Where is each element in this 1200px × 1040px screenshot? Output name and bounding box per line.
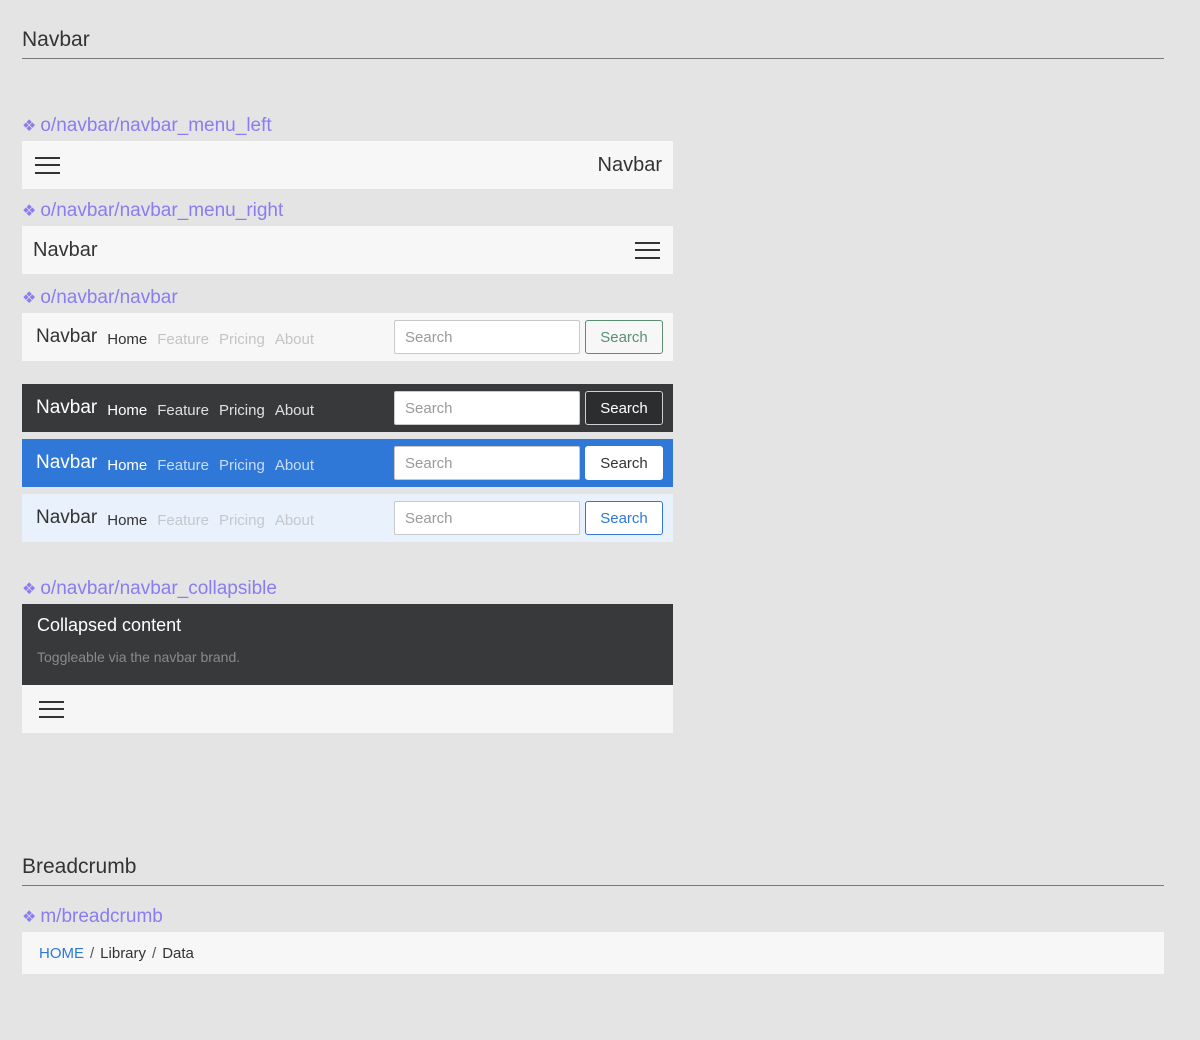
nav-link-about[interactable]: About (275, 457, 314, 474)
diamond-cluster-icon: ❖ (22, 118, 37, 135)
navbar-brand[interactable]: Navbar (36, 326, 97, 348)
search-button[interactable]: Search (585, 501, 663, 535)
breadcrumb: HOME / Library / Data (22, 932, 1164, 974)
breadcrumb-separator: / (90, 944, 95, 962)
nav-link-home[interactable]: Home (107, 402, 147, 419)
search-input[interactable] (394, 446, 580, 480)
navbar-brand[interactable]: Navbar (598, 154, 662, 177)
nav-link-home[interactable]: Home (107, 331, 147, 348)
search-input[interactable] (394, 501, 580, 535)
navbar-brand[interactable]: Navbar (36, 507, 97, 529)
nav-link-about[interactable]: About (275, 331, 314, 348)
collapsed-content-panel: Collapsed content Toggleable via the nav… (22, 604, 673, 685)
nav-link-feature[interactable]: Feature (157, 457, 209, 474)
section-title-navbar: Navbar (22, 28, 1164, 59)
nav-link-about[interactable]: About (275, 512, 314, 529)
navbar-primary: Navbar Home Feature Pricing About Search (22, 439, 673, 487)
breadcrumb-link-home[interactable]: HOME (39, 945, 84, 962)
diamond-cluster-icon: ❖ (22, 203, 37, 220)
navbar-light: Navbar Home Feature Pricing About Search (22, 313, 673, 361)
nav-link-about[interactable]: About (275, 402, 314, 419)
navbar-collapsible (22, 685, 673, 733)
breadcrumb-item-data: Data (162, 944, 194, 962)
search-input[interactable] (394, 320, 580, 354)
nav-link-pricing[interactable]: Pricing (219, 402, 265, 419)
navbar-menu-right: Navbar (22, 226, 673, 274)
hamburger-menu-icon[interactable] (635, 241, 660, 259)
search-button[interactable]: Search (585, 446, 663, 480)
search-button[interactable]: Search (585, 320, 663, 354)
collapsed-content-subtitle: Toggleable via the navbar brand. (37, 649, 241, 665)
component-label-collapsible: ❖ o/navbar/navbar_collapsible (22, 578, 277, 599)
diamond-cluster-icon: ❖ (22, 909, 37, 926)
component-label-breadcrumb: ❖ m/breadcrumb (22, 906, 163, 927)
breadcrumb-separator: / (152, 944, 157, 962)
navbar-pale: Navbar Home Feature Pricing About Search (22, 494, 673, 542)
component-label-menu-left: ❖ o/navbar/navbar_menu_left (22, 115, 272, 136)
nav-link-pricing[interactable]: Pricing (219, 331, 265, 348)
collapsed-content-title: Collapsed content (37, 615, 182, 635)
breadcrumb-item-library: Library (100, 944, 147, 962)
nav-link-feature[interactable]: Feature (157, 331, 209, 348)
nav-link-feature[interactable]: Feature (157, 402, 209, 419)
search-button[interactable]: Search (585, 391, 663, 425)
search-input[interactable] (394, 391, 580, 425)
diamond-cluster-icon: ❖ (22, 290, 37, 307)
diamond-cluster-icon: ❖ (22, 581, 37, 598)
section-title-breadcrumb: Breadcrumb (22, 855, 1164, 886)
hamburger-menu-icon[interactable] (39, 700, 64, 718)
nav-link-home[interactable]: Home (107, 457, 147, 474)
component-label-navbar: ❖ o/navbar/navbar (22, 287, 178, 308)
navbar-brand[interactable]: Navbar (36, 452, 97, 474)
component-label-menu-right: ❖ o/navbar/navbar_menu_right (22, 200, 284, 221)
nav-link-pricing[interactable]: Pricing (219, 457, 265, 474)
navbar-brand[interactable]: Navbar (33, 239, 97, 262)
hamburger-menu-icon[interactable] (35, 156, 60, 174)
nav-link-home[interactable]: Home (107, 512, 147, 529)
navbar-menu-left: Navbar (22, 141, 673, 189)
nav-link-feature[interactable]: Feature (157, 512, 209, 529)
nav-link-pricing[interactable]: Pricing (219, 512, 265, 529)
navbar-dark: Navbar Home Feature Pricing About Search (22, 384, 673, 432)
navbar-brand[interactable]: Navbar (36, 397, 97, 419)
